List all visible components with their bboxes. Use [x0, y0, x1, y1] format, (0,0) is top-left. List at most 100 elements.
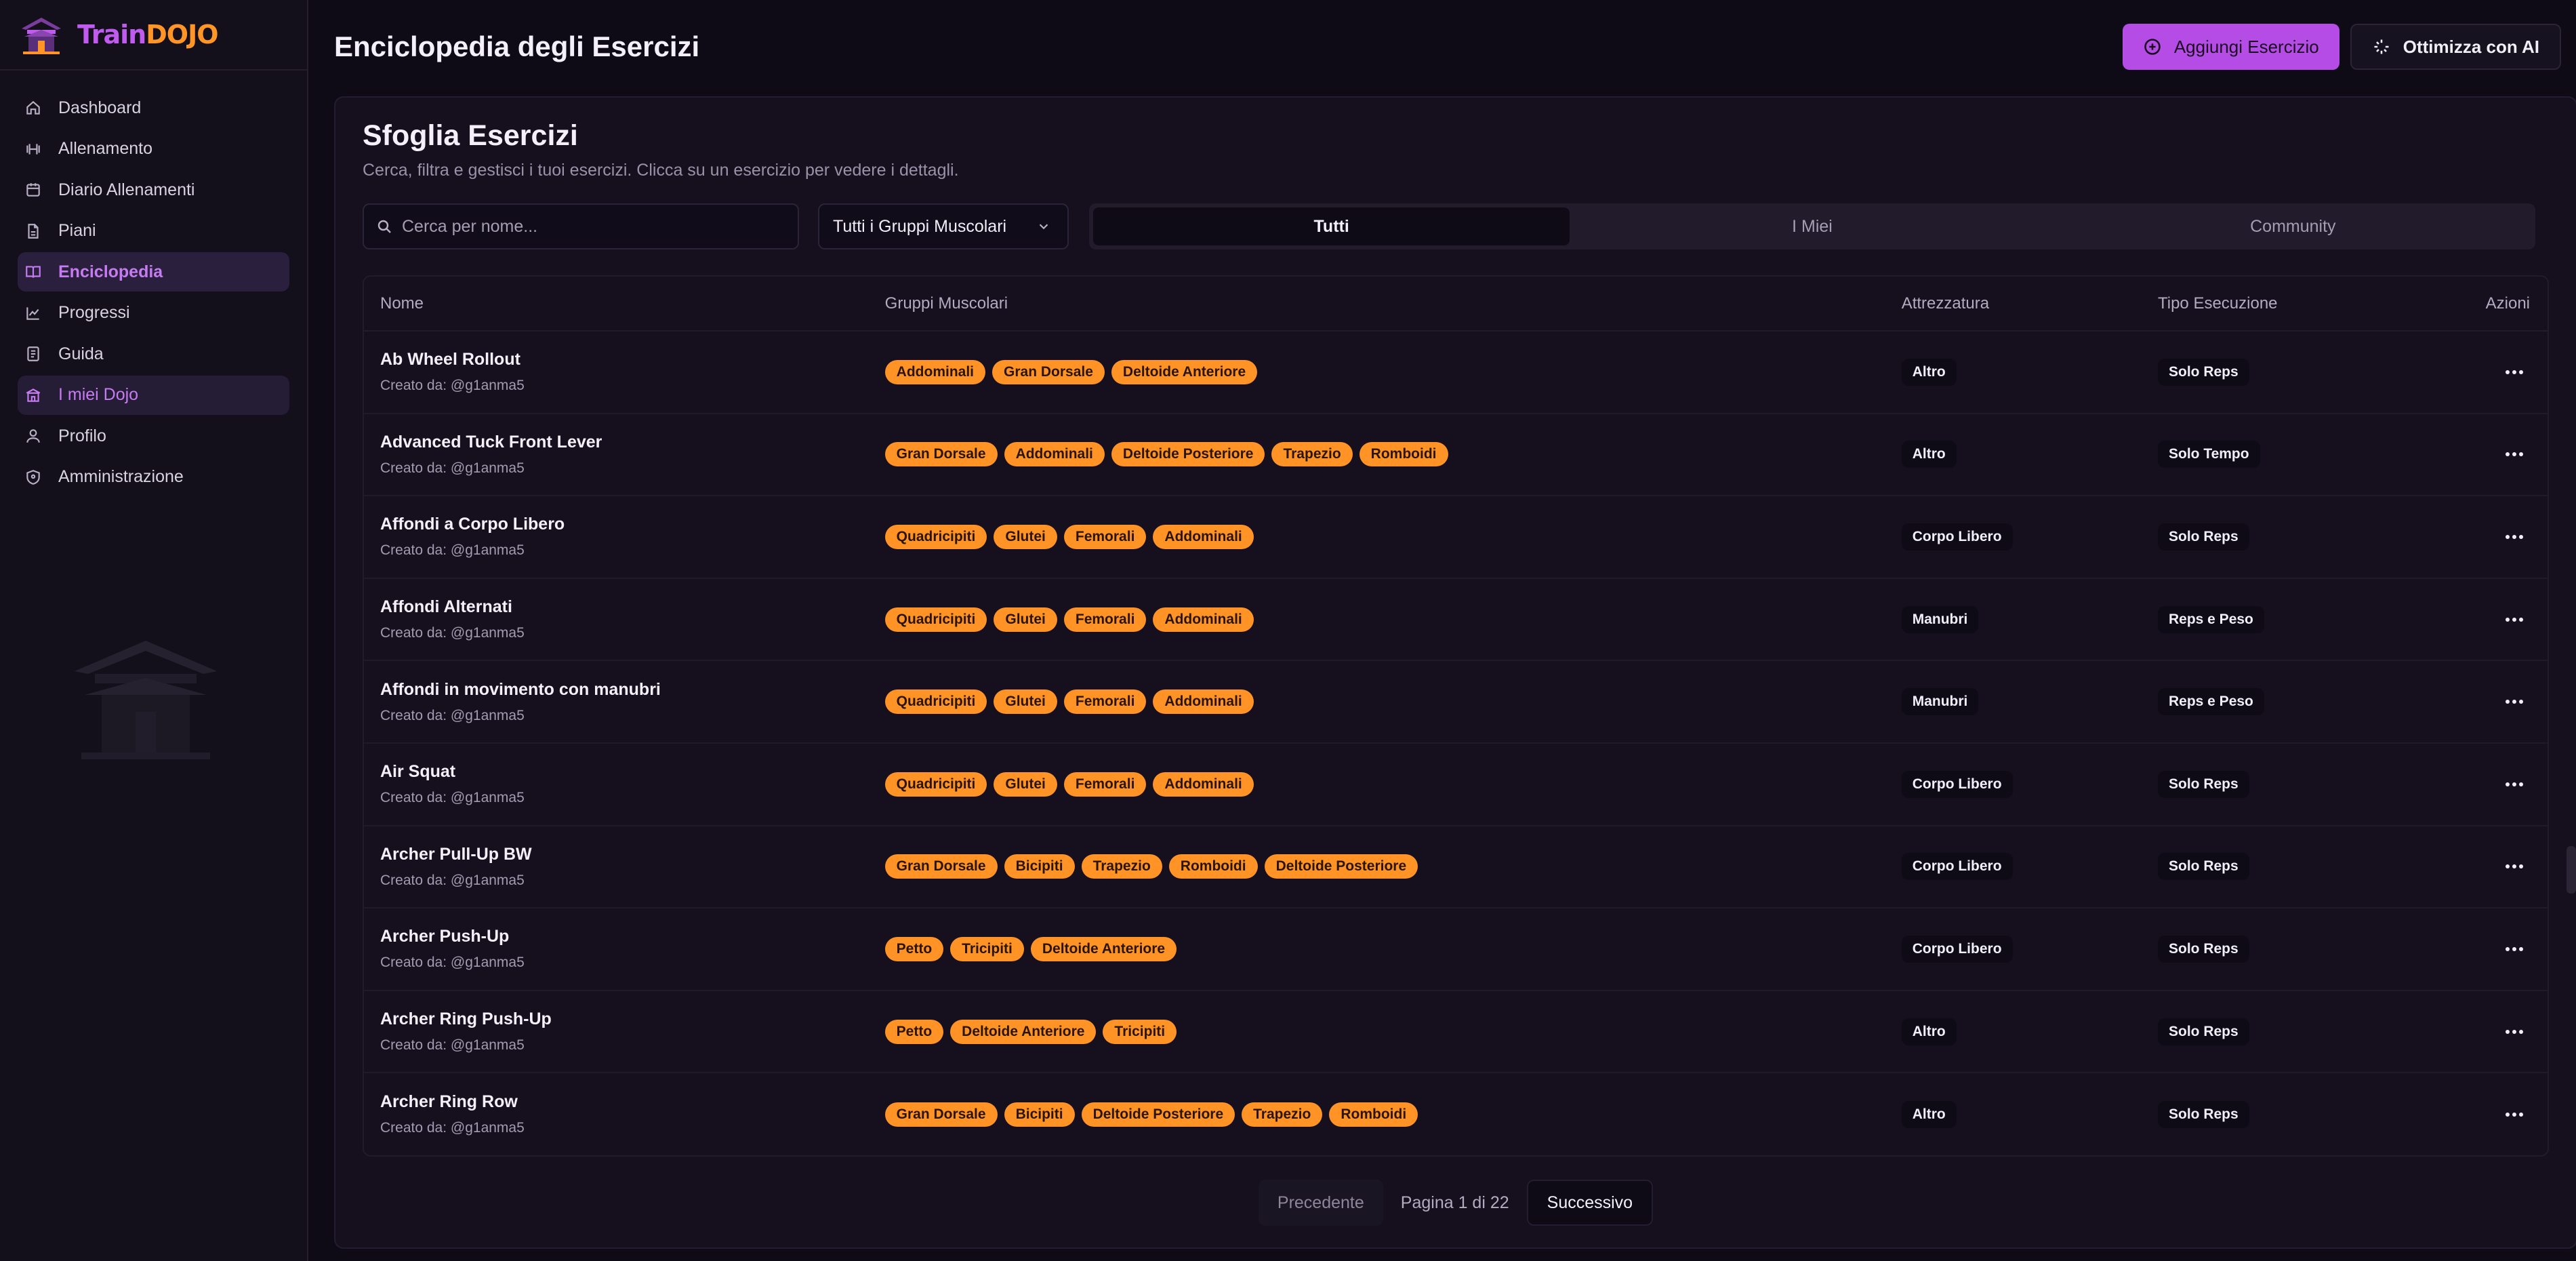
muscle-group-value: Tutti i Gruppi Muscolari — [833, 216, 1007, 236]
exercise-name[interactable]: Affondi in movimento con manubri — [380, 680, 885, 700]
muscle-tag: Gran Dorsale — [884, 1102, 998, 1127]
row-actions-button[interactable] — [2499, 936, 2530, 963]
table-row[interactable]: Archer Push-Up Creato da: @g1anma5 Petto Tr… — [364, 908, 2548, 991]
table-row[interactable]: Air Squat Creato da: @g1anma5 Quadricipiti… — [364, 742, 2548, 826]
muscle-tag: Deltoide Posteriore — [1264, 854, 1418, 879]
exercise-name[interactable]: Ab Wheel Rollout — [380, 350, 885, 369]
equipment-cell: Altro — [1901, 331, 2158, 414]
type-cell: Solo Reps — [2157, 331, 2459, 414]
sidebar-item-label: Enciclopedia — [58, 262, 163, 281]
row-actions-button[interactable] — [2499, 853, 2530, 880]
actions-cell — [2458, 660, 2548, 744]
table-header-row: Nome Gruppi Muscolari Attrezzatura Tipo … — [364, 277, 2548, 332]
exercise-cell: Ab Wheel Rollout Creato da: @g1anma5 — [364, 331, 885, 414]
exercise-name[interactable]: Affondi Alternati — [380, 597, 885, 617]
sidebar-item-guida[interactable]: Guida — [18, 334, 289, 374]
row-actions-button[interactable] — [2499, 771, 2530, 798]
row-actions-button[interactable] — [2499, 1018, 2530, 1045]
muscle-tag: Quadricipiti — [884, 524, 987, 549]
sidebar-item-label: Piani — [58, 221, 96, 240]
column-header-name[interactable]: Nome — [364, 277, 885, 332]
table-row[interactable]: Affondi in movimento con manubri Creato d… — [364, 660, 2548, 744]
search-icon — [377, 220, 391, 233]
next-page-button[interactable]: Successivo — [1526, 1180, 1654, 1226]
exercise-cell: Archer Push-Up Creato da: @g1anma5 — [364, 908, 885, 991]
book-icon — [26, 266, 41, 278]
topbar: Enciclopedia degli Esercizi Aggiungi Ese… — [308, 0, 2576, 94]
equipment-cell: Corpo Libero — [1901, 742, 2158, 826]
sidebar-item-i-miei-dojo[interactable]: I miei Dojo — [18, 375, 289, 415]
muscle-tag: Quadricipiti — [884, 689, 987, 715]
page-indicator: Pagina 1 di 22 — [1400, 1193, 1509, 1212]
filters-bar: Tutti i Gruppi Muscolari TuttiI MieiComm… — [335, 203, 2576, 249]
scrollbar[interactable] — [2567, 846, 2576, 894]
type-cell: Solo Reps — [2157, 825, 2459, 909]
row-actions-button[interactable] — [2499, 523, 2530, 551]
table-row[interactable]: Affondi Alternati Creato da: @g1anma5 Quad… — [364, 578, 2548, 662]
row-actions-button[interactable] — [2499, 359, 2530, 386]
sidebar-item-label: Dashboard — [58, 98, 142, 117]
browse-card: Sfoglia Esercizi Cerca, filtra e gestisc… — [334, 96, 2576, 1249]
exercise-name[interactable]: Archer Ring Push-Up — [380, 1009, 885, 1029]
row-actions-button[interactable] — [2499, 606, 2530, 633]
exercise-cell: Archer Ring Row Creato da: @g1anma5 — [364, 1073, 885, 1155]
sidebar-item-diario-allenamenti[interactable]: Diario Allenamenti — [18, 170, 289, 209]
tab-i-miei[interactable]: I Miei — [1574, 207, 2050, 245]
table-row[interactable]: Affondi a Corpo Libero Creato da: @g1anma… — [364, 496, 2548, 579]
sidebar-item-progressi[interactable]: Progressi — [18, 294, 289, 333]
exercise-author: Creato da: @g1anma5 — [380, 872, 525, 888]
tab-community[interactable]: Community — [2055, 207, 2531, 245]
exercise-name[interactable]: Archer Ring Row — [380, 1092, 885, 1112]
type-cell: Solo Reps — [2157, 496, 2459, 579]
sidebar-nav: Dashboard Allenamento Diario Allenamenti Pi… — [0, 71, 307, 497]
type-cell: Solo Reps — [2157, 990, 2459, 1074]
exercise-name[interactable]: Archer Pull-Up BW — [380, 845, 885, 864]
exercise-name[interactable]: Air Squat — [380, 762, 885, 782]
equipment-cell: Manubri — [1901, 660, 2158, 744]
muscle-tag: Romboidi — [1168, 854, 1258, 879]
table-row[interactable]: Archer Pull-Up BW Creato da: @g1anma5 Gran… — [364, 825, 2548, 909]
previous-page-button[interactable]: Precedente — [1258, 1180, 1383, 1226]
sidebar: TrainDOJO Dashboard Allenamento Diario All… — [0, 0, 308, 1261]
exercise-name[interactable]: Advanced Tuck Front Lever — [380, 433, 885, 452]
sidebar-item-label: Guida — [58, 344, 104, 363]
type-cell: Solo Reps — [2157, 908, 2459, 991]
muscle-tag: Tricipiti — [1103, 1019, 1177, 1044]
plus-circle-icon — [2144, 39, 2161, 55]
table-row[interactable]: Archer Ring Push-Up Creato da: @g1anma5 Pe… — [364, 990, 2548, 1074]
search-input[interactable] — [402, 216, 781, 237]
muscle-group-select[interactable]: Tutti i Gruppi Muscolari — [818, 203, 1069, 249]
brand[interactable]: TrainDOJO — [0, 0, 307, 71]
optimize-ai-button[interactable]: Ottimizza con AI — [2350, 24, 2561, 70]
execution-type-badge: Reps e Peso — [2157, 688, 2264, 716]
more-horizontal-icon — [2506, 617, 2523, 622]
execution-type-badge: Reps e Peso — [2157, 605, 2264, 633]
muscle-tag: Femorali — [1063, 607, 1147, 632]
exercise-author: Creato da: @g1anma5 — [380, 1037, 525, 1054]
sidebar-item-piani[interactable]: Piani — [18, 212, 289, 251]
column-header-muscles: Gruppi Muscolari — [884, 277, 1902, 332]
add-exercise-button[interactable]: Aggiungi Esercizio — [2122, 24, 2339, 70]
execution-type-badge: Solo Reps — [2157, 1018, 2249, 1045]
sidebar-item-dashboard[interactable]: Dashboard — [18, 88, 289, 127]
dojo-icon — [26, 388, 41, 402]
sidebar-item-enciclopedia[interactable]: Enciclopedia — [18, 252, 289, 292]
exercise-name[interactable]: Archer Push-Up — [380, 927, 885, 946]
table-row[interactable]: Archer Ring Row Creato da: @g1anma5 Gran D… — [364, 1073, 2548, 1155]
row-actions-button[interactable] — [2499, 1101, 2530, 1128]
execution-type-badge: Solo Reps — [2157, 935, 2249, 963]
sidebar-item-profilo[interactable]: Profilo — [18, 416, 289, 456]
dojo-illustration — [75, 641, 217, 759]
equipment-badge: Manubri — [1901, 605, 1979, 633]
table-row[interactable]: Advanced Tuck Front Lever Creato da: @g1a… — [364, 413, 2548, 497]
sidebar-item-amministrazione[interactable]: Amministrazione — [18, 458, 289, 497]
exercise-cell: Advanced Tuck Front Lever Creato da: @g1a… — [364, 413, 885, 497]
row-actions-button[interactable] — [2499, 441, 2530, 468]
tab-tutti[interactable]: Tutti — [1093, 207, 1570, 245]
sidebar-item-allenamento[interactable]: Allenamento — [18, 129, 289, 169]
exercise-table: Nome Gruppi Muscolari Attrezzatura Tipo … — [363, 275, 2549, 1157]
row-actions-button[interactable] — [2499, 688, 2530, 715]
exercise-name[interactable]: Affondi a Corpo Libero — [380, 515, 885, 534]
muscle-tag: Glutei — [994, 524, 1057, 549]
table-row[interactable]: Ab Wheel Rollout Creato da: @g1anma5 Addom… — [364, 331, 2548, 414]
